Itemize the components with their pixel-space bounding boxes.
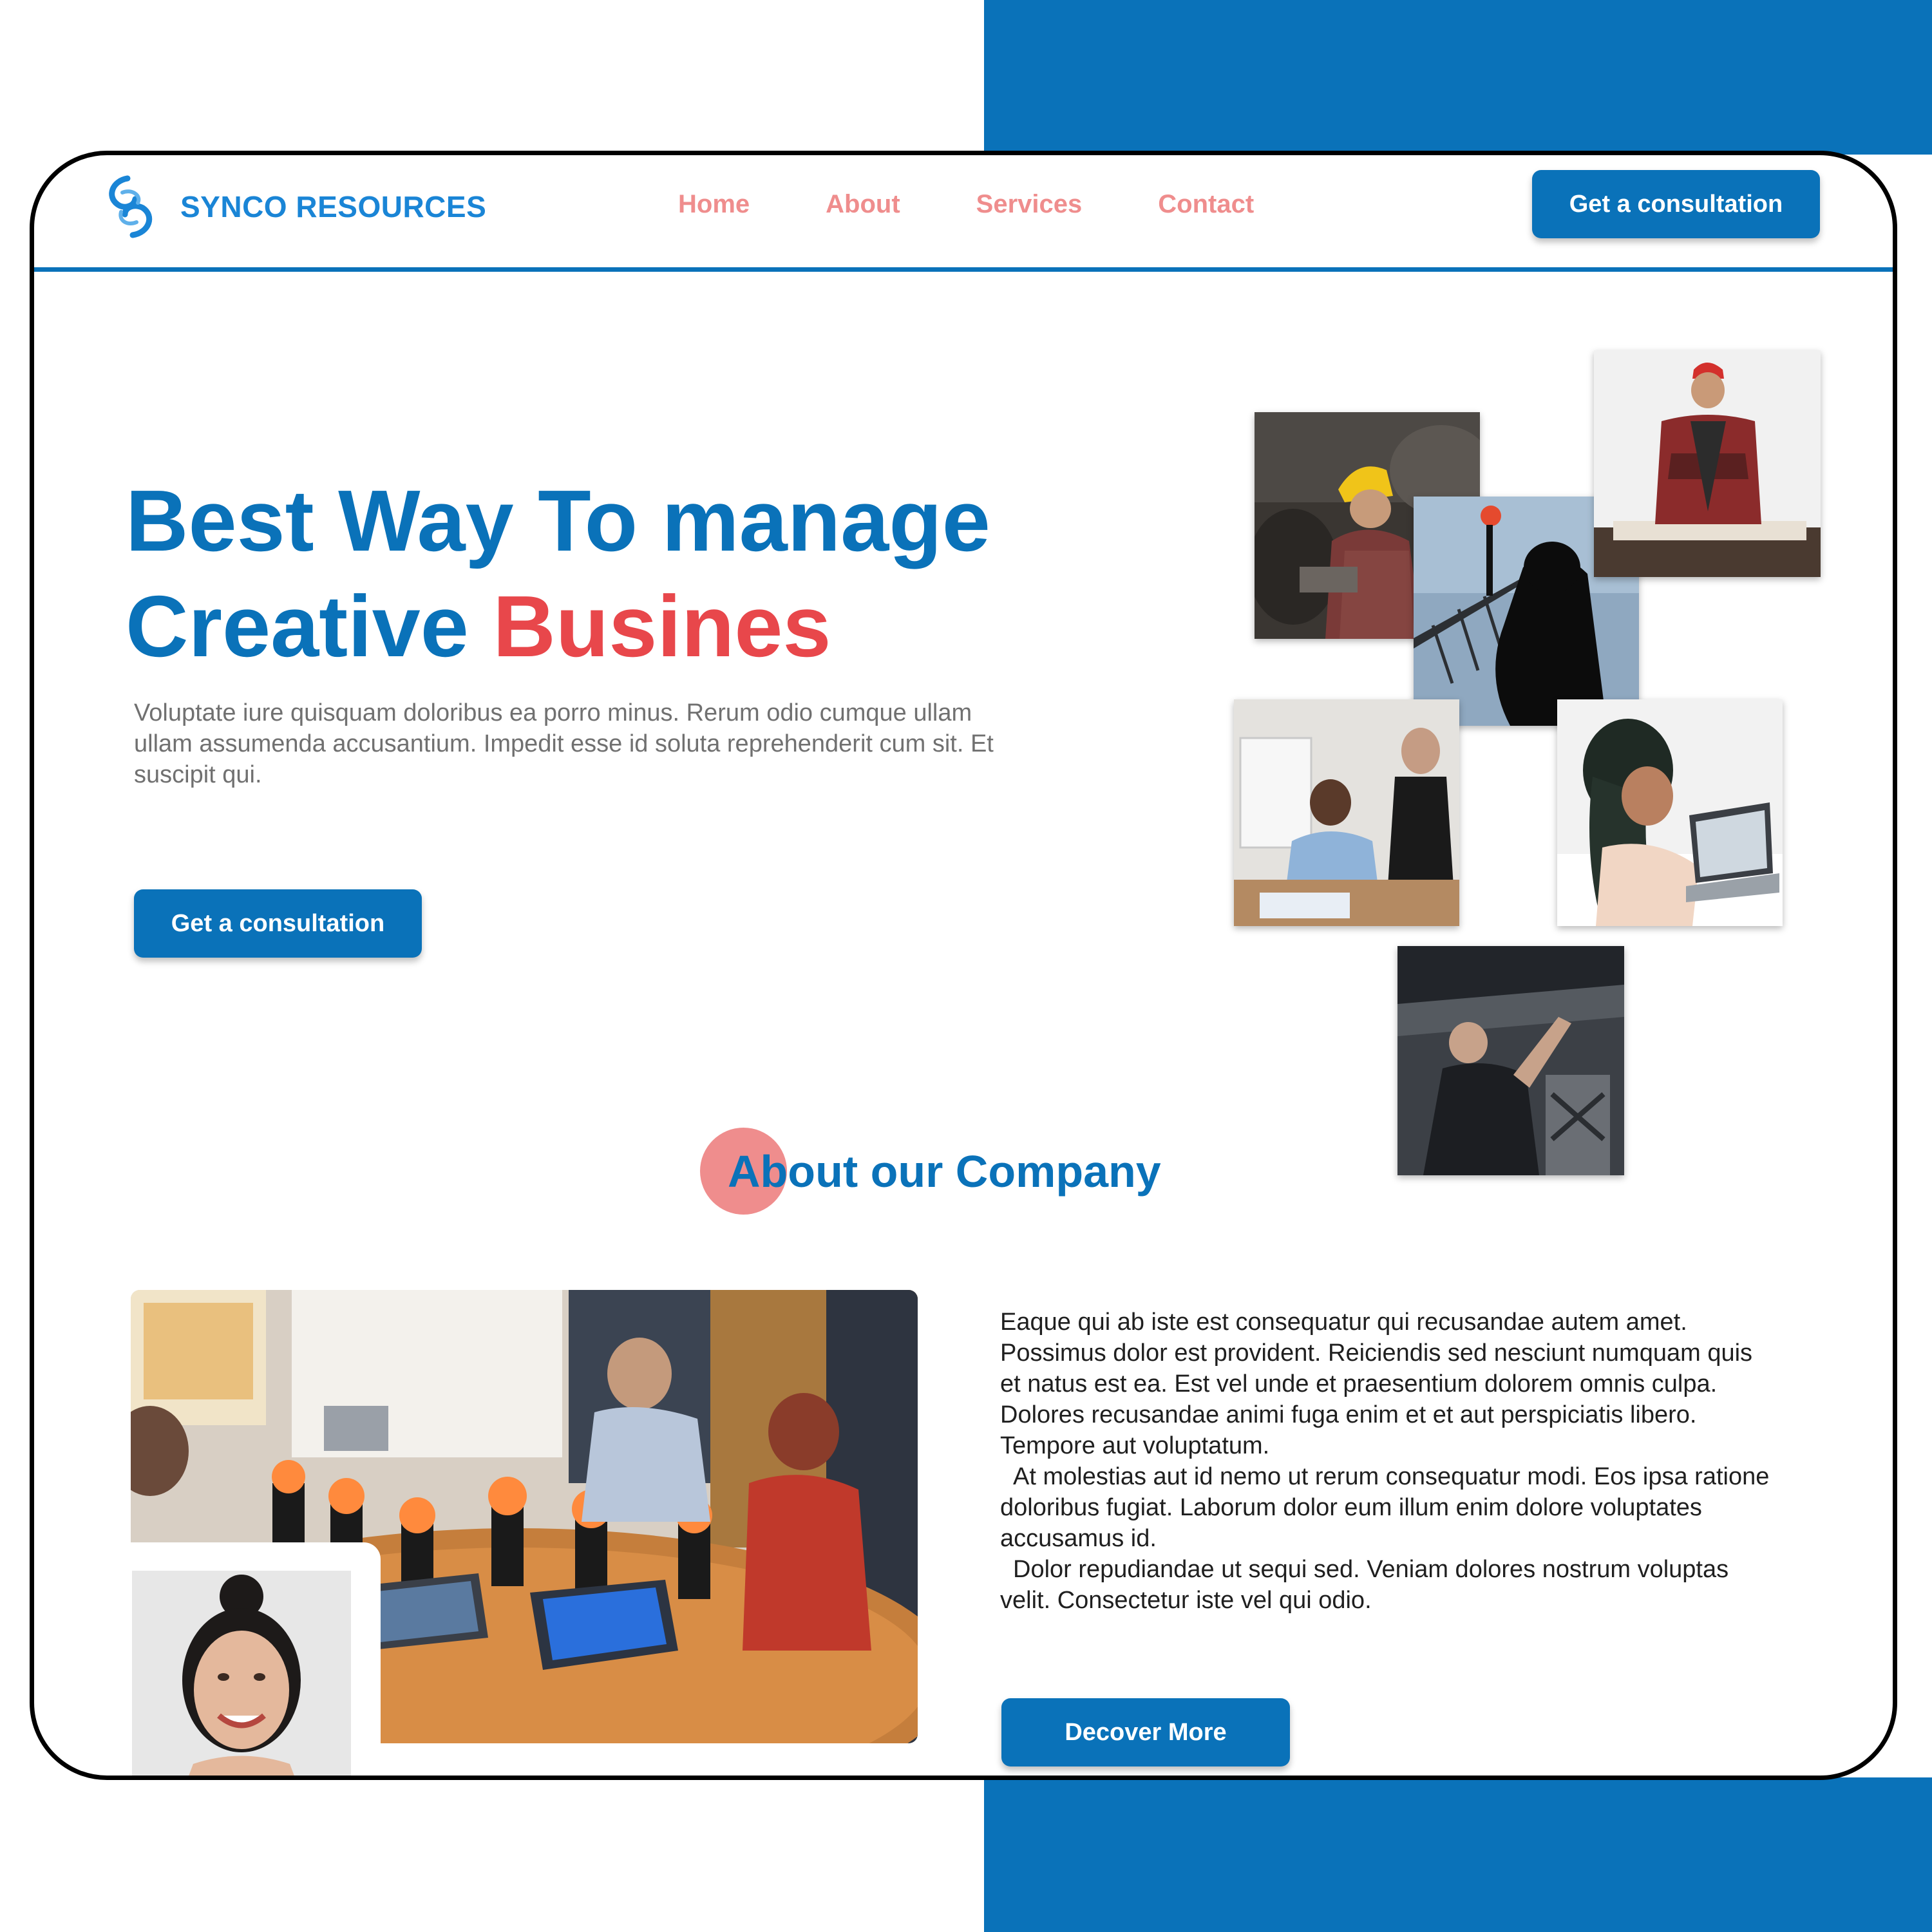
site-header: SYNCO RESOURCES Home About Services Cont… <box>34 155 1893 272</box>
hero-title-line1: Best Way To manage <box>126 472 990 569</box>
hero-description: Voluptate iure quisquam doloribus ea por… <box>134 699 994 788</box>
about-paragraph-1: Eaque qui ab iste est consequatur qui re… <box>1000 1309 1753 1459</box>
header-consultation-button[interactable]: Get a consultation <box>1532 170 1820 238</box>
photo-smiling-woman-portrait <box>132 1571 351 1776</box>
nav-home-link[interactable]: Home <box>678 190 750 219</box>
header-divider <box>34 267 1893 272</box>
nav-about-link[interactable]: About <box>826 190 900 219</box>
photo-mechanic-under-car <box>1397 946 1624 1175</box>
brand-name: SYNCO RESOURCES <box>180 190 487 223</box>
hero-title-line2: Creative <box>126 578 493 675</box>
background-blue-block-bottom <box>984 1777 1932 1932</box>
browser-frame: SYNCO RESOURCES Home About Services Cont… <box>30 151 1897 1780</box>
about-paragraph-2: At molestias aut id nemo ut rerum conseq… <box>1000 1463 1770 1552</box>
nav-services-link[interactable]: Services <box>976 190 1083 219</box>
brand-logo[interactable]: SYNCO RESOURCES <box>95 175 486 239</box>
discover-more-button[interactable]: Decover More <box>1001 1698 1290 1766</box>
hero-consultation-button[interactable]: Get a consultation <box>134 889 422 958</box>
photo-woman-laptop <box>1557 699 1783 926</box>
nav-contact-link[interactable]: Contact <box>1158 190 1254 219</box>
hero-title: Best Way To manage Creative Busines <box>126 468 990 679</box>
about-description: Eaque qui ab iste est consequatur qui re… <box>1000 1307 1773 1616</box>
about-paragraph-3: Dolor repudiandae ut sequi sed. Veniam d… <box>1000 1556 1729 1614</box>
background-blue-block-top <box>984 0 1932 155</box>
photo-office-meeting <box>1234 699 1459 926</box>
hero-title-accent: Busines <box>493 578 831 675</box>
photo-engineer-red-helmet <box>1594 350 1821 577</box>
about-title: About our Company <box>728 1146 1161 1197</box>
synco-swirl-logo-icon <box>109 175 153 238</box>
main-nav: Home About Services Contact <box>678 190 1254 219</box>
